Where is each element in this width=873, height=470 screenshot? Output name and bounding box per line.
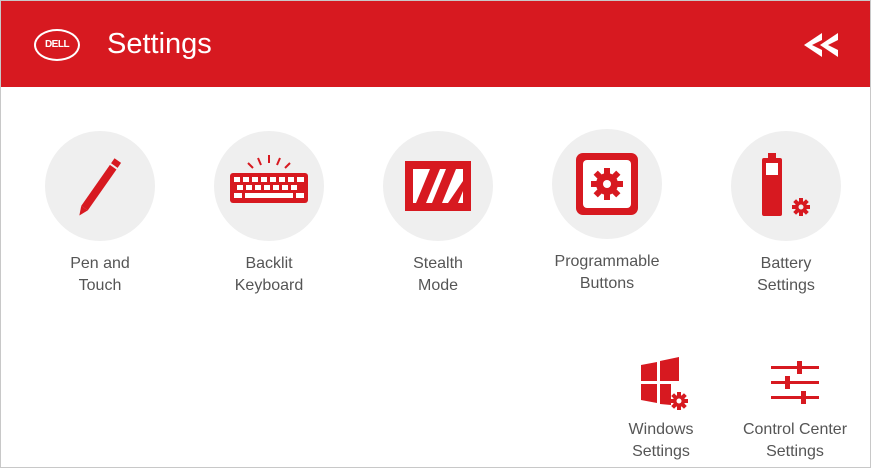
header-bar: DELL Settings	[1, 1, 870, 87]
shortcut-label: Windows Settings	[628, 421, 694, 460]
page-title: Settings	[107, 28, 212, 60]
pen-icon	[79, 158, 122, 216]
collapse-button[interactable]	[804, 33, 844, 57]
tile-stealth-mode[interactable]: Stealth Mode	[363, 131, 513, 297]
tile-backlit-keyboard[interactable]: Backlit Keyboard	[194, 131, 344, 297]
tile-battery-settings[interactable]: Battery Settings	[711, 131, 861, 297]
windows-gear-icon	[641, 357, 688, 410]
tile-label: Battery Settings	[757, 255, 815, 294]
shortcut-label: Control Center Settings	[742, 421, 848, 460]
dell-logo: DELL	[34, 29, 80, 61]
tile-label: Backlit Keyboard	[234, 255, 304, 294]
tile-pen-and-touch[interactable]: Pen and Touch	[25, 131, 175, 297]
tile-label: Programmable Buttons	[554, 253, 660, 292]
tile-programmable-buttons[interactable]: Programmable Buttons	[532, 129, 682, 295]
tile-icon-circle	[552, 129, 662, 239]
tile-icon-circle	[214, 131, 324, 241]
stealth-mode-icon	[405, 161, 471, 211]
windows-settings-link[interactable]: Windows Settings	[596, 357, 726, 463]
keyboard-icon	[230, 155, 308, 203]
tile-icon-circle	[383, 131, 493, 241]
tile-icon-circle	[45, 131, 155, 241]
tile-label: Pen and Touch	[70, 255, 130, 294]
gear-button-icon	[576, 153, 638, 215]
control-center-settings-link[interactable]: Control Center Settings	[730, 357, 860, 463]
battery-icon	[762, 153, 810, 216]
settings-window: DELL Settings Pen and Touch Backlit Keyb…	[0, 0, 871, 468]
sliders-icon	[771, 361, 819, 404]
tile-label: Stealth Mode	[413, 255, 463, 294]
double-chevron-left-icon	[804, 33, 838, 57]
tile-icon-circle	[731, 131, 841, 241]
